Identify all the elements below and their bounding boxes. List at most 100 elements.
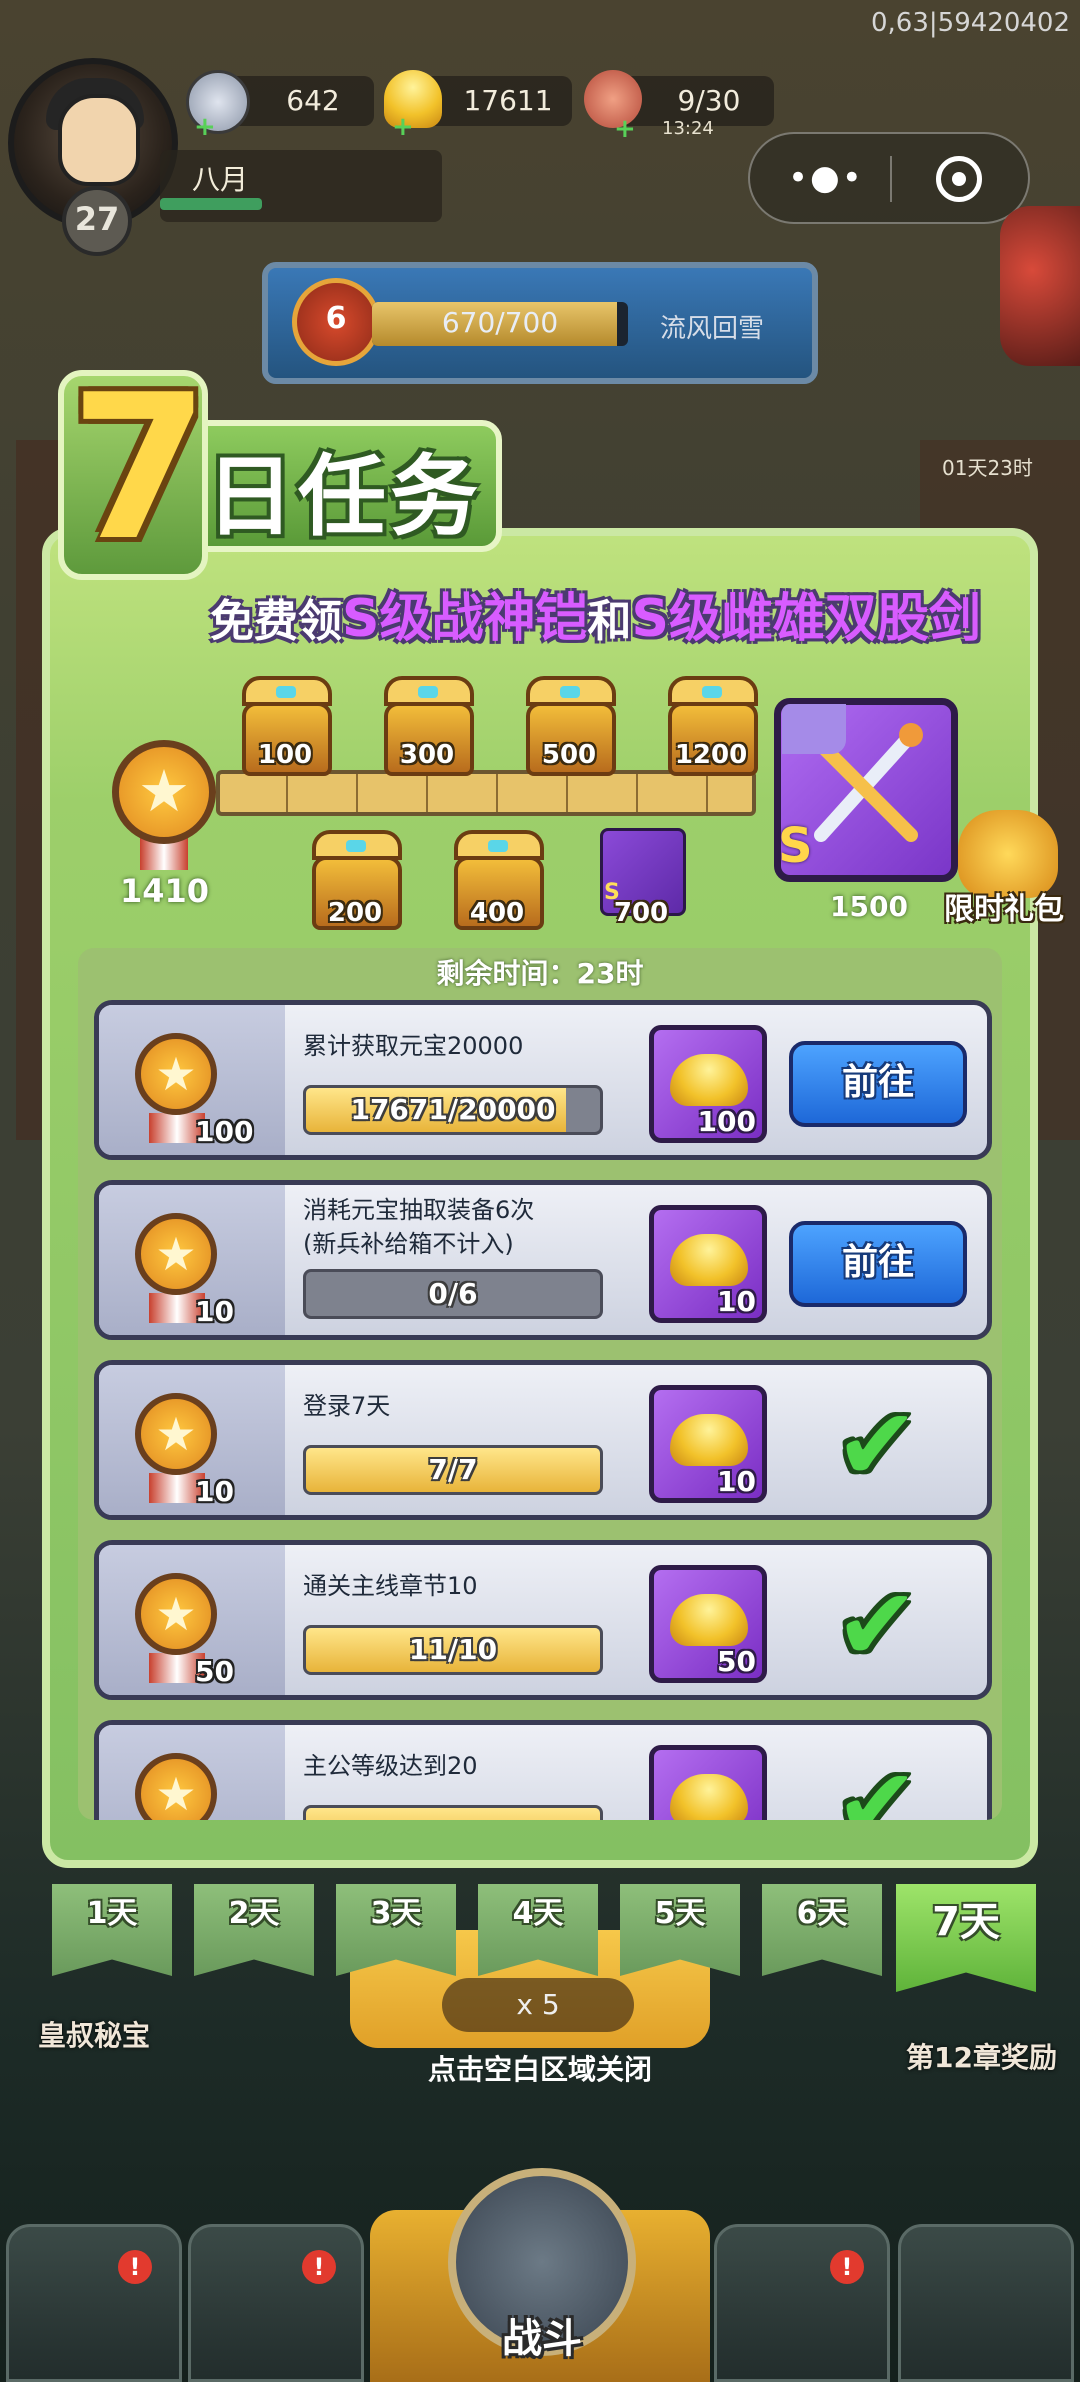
add-gold-icon[interactable]: + [392,112,414,142]
total-points-medal-icon: ★ [112,740,216,844]
nav-upgrade-button[interactable] [898,2224,1074,2382]
subtitle-prefix: 免费领 [210,596,342,647]
gold-ingot-icon [670,1594,748,1646]
task-progress-text: 0/6 [428,1277,478,1310]
subtitle-armor: S级战神铠 [342,589,588,649]
battle-label: 战斗 [502,2316,582,2362]
chest-gem [418,686,438,698]
food-cost-pill: x 5 [442,1978,634,2032]
sword-grade: S [778,818,813,874]
task-reward[interactable]: 10 [649,1205,767,1323]
track-divider [286,774,288,812]
tab-day-1[interactable]: 1天 [52,1884,172,1976]
final-reward-points: 1500 [830,890,908,923]
silver-coin-value: 642 [286,84,340,117]
nav-heroes-button[interactable] [714,2224,890,2382]
nav-heroes-badge: ! [830,2250,864,2284]
task-list[interactable]: ★ 100 累计获取元宝20000 17671/20000 100 前往 ★ 1… [78,948,1002,1820]
reward-quantity: 10 [717,1465,756,1498]
task-points: 100 [195,1115,254,1148]
star-medal-icon: ★ [135,1033,217,1115]
title-text: 日任务 [206,445,483,548]
star-icon: ★ [138,757,190,825]
completed-check-icon: ✔ [835,1386,919,1503]
track-divider [566,774,568,812]
add-silver-icon[interactable]: + [194,112,216,142]
chest-gem [276,686,296,698]
nav-equipment-button[interactable] [188,2224,364,2382]
task-reward[interactable]: 100 [649,1025,767,1143]
points-progress-track [216,770,756,816]
subtitle-sword: S级雌雄双股剑 [631,589,981,649]
milestone-chest-100[interactable]: 100 [242,676,332,776]
stage-name: 流风回雪 [660,314,765,344]
task-title: 通关主线章节10 [303,1572,478,1600]
go-button[interactable]: 前往 [789,1041,967,1127]
limited-gift-label[interactable]: 限时礼包 [944,884,1064,928]
star-medal-icon: ★ [135,1393,217,1475]
reward-quantity: 50 [717,1645,756,1678]
milestone-chest-300[interactable]: 300 [384,676,474,776]
stamina-timer: 13:24 [662,118,714,139]
close-miniprogram-icon[interactable] [936,156,982,202]
add-stamina-icon[interactable]: + [614,114,636,144]
milestone-label: 500 [541,740,597,770]
task-progress-text: 11/10 [408,1633,498,1666]
stamina-value: 9/30 [677,84,741,117]
nav-city-button[interactable] [6,2224,182,2382]
remaining-time: 剩余时间：23时 [436,957,644,990]
track-divider [496,774,498,812]
milestone-chest-400[interactable]: 400 [454,830,544,930]
task-title: 登录7天 [303,1392,391,1420]
player-name: 八月 [192,163,249,196]
title-number: 7 [70,352,210,585]
tab-day-7[interactable]: 7天 [896,1884,1036,1992]
reward-quantity: 100 [697,1105,756,1138]
reward-quantity: 10 [717,1285,756,1318]
task-progress-text: 17671/20000 [350,1093,556,1126]
milestone-label: 1200 [674,740,748,770]
milestone-chest-200[interactable]: 200 [312,830,402,930]
nav-equipment-badge: ! [302,2250,336,2284]
gold-ingot-icon [670,1234,748,1286]
milestone-chest-1200[interactable]: 1200 [668,676,758,776]
more-menu-icon[interactable]: •●• [788,158,864,198]
food-cost: x 5 [516,1988,560,2021]
task-title: 消耗元宝抽取装备6次 (新兵补给箱不计入) [303,1196,535,1258]
task-points: 10 [195,1475,234,1508]
close-hint[interactable]: 点击空白区域关闭 [0,2048,1080,2088]
side-character-banner [1000,206,1080,366]
task-row: ★ 主公等级达到20 ✔ [94,1720,992,1820]
tab-day-6[interactable]: 6天 [762,1884,882,1976]
completed-check-icon: ✔ [835,1566,919,1683]
task-reward[interactable] [649,1745,767,1820]
go-button[interactable]: 前往 [789,1221,967,1307]
capsule-divider [890,156,892,202]
player-xp-bar [160,198,262,210]
task-progress-text: 7/7 [428,1453,478,1486]
star-medal-icon: ★ [135,1213,217,1295]
task-title: 主公等级达到20 [303,1752,478,1780]
side-event-countdown: 01天23时 [942,456,1033,480]
task-points: 10 [195,1295,234,1328]
milestone-label: 100 [257,740,313,770]
milestone-chest-500[interactable]: 500 [526,676,616,776]
milestone-label: 300 [399,740,455,770]
track-divider [426,774,428,812]
nav-city-badge: ! [118,2250,152,2284]
task-progress-fill [306,1808,600,1820]
milestone-label: 400 [469,898,525,928]
chest-gem [702,686,722,698]
task-row: ★ 10 登录7天 7/7 10 ✔ [94,1360,992,1520]
track-divider [706,774,708,812]
chest-gem [346,840,366,852]
modal-subtitle: 免费领S级战神铠和S级雌雄双股剑 [210,576,981,651]
task-progress-bar: 11/10 [303,1625,603,1675]
stage-progress-text: 670/700 [441,306,559,339]
milestone-label: 200 [327,898,383,928]
tab-day-2[interactable]: 2天 [194,1884,314,1976]
task-reward[interactable]: 10 [649,1385,767,1503]
chest-gem [488,840,508,852]
task-reward[interactable]: 50 [649,1565,767,1683]
track-divider [356,774,358,812]
